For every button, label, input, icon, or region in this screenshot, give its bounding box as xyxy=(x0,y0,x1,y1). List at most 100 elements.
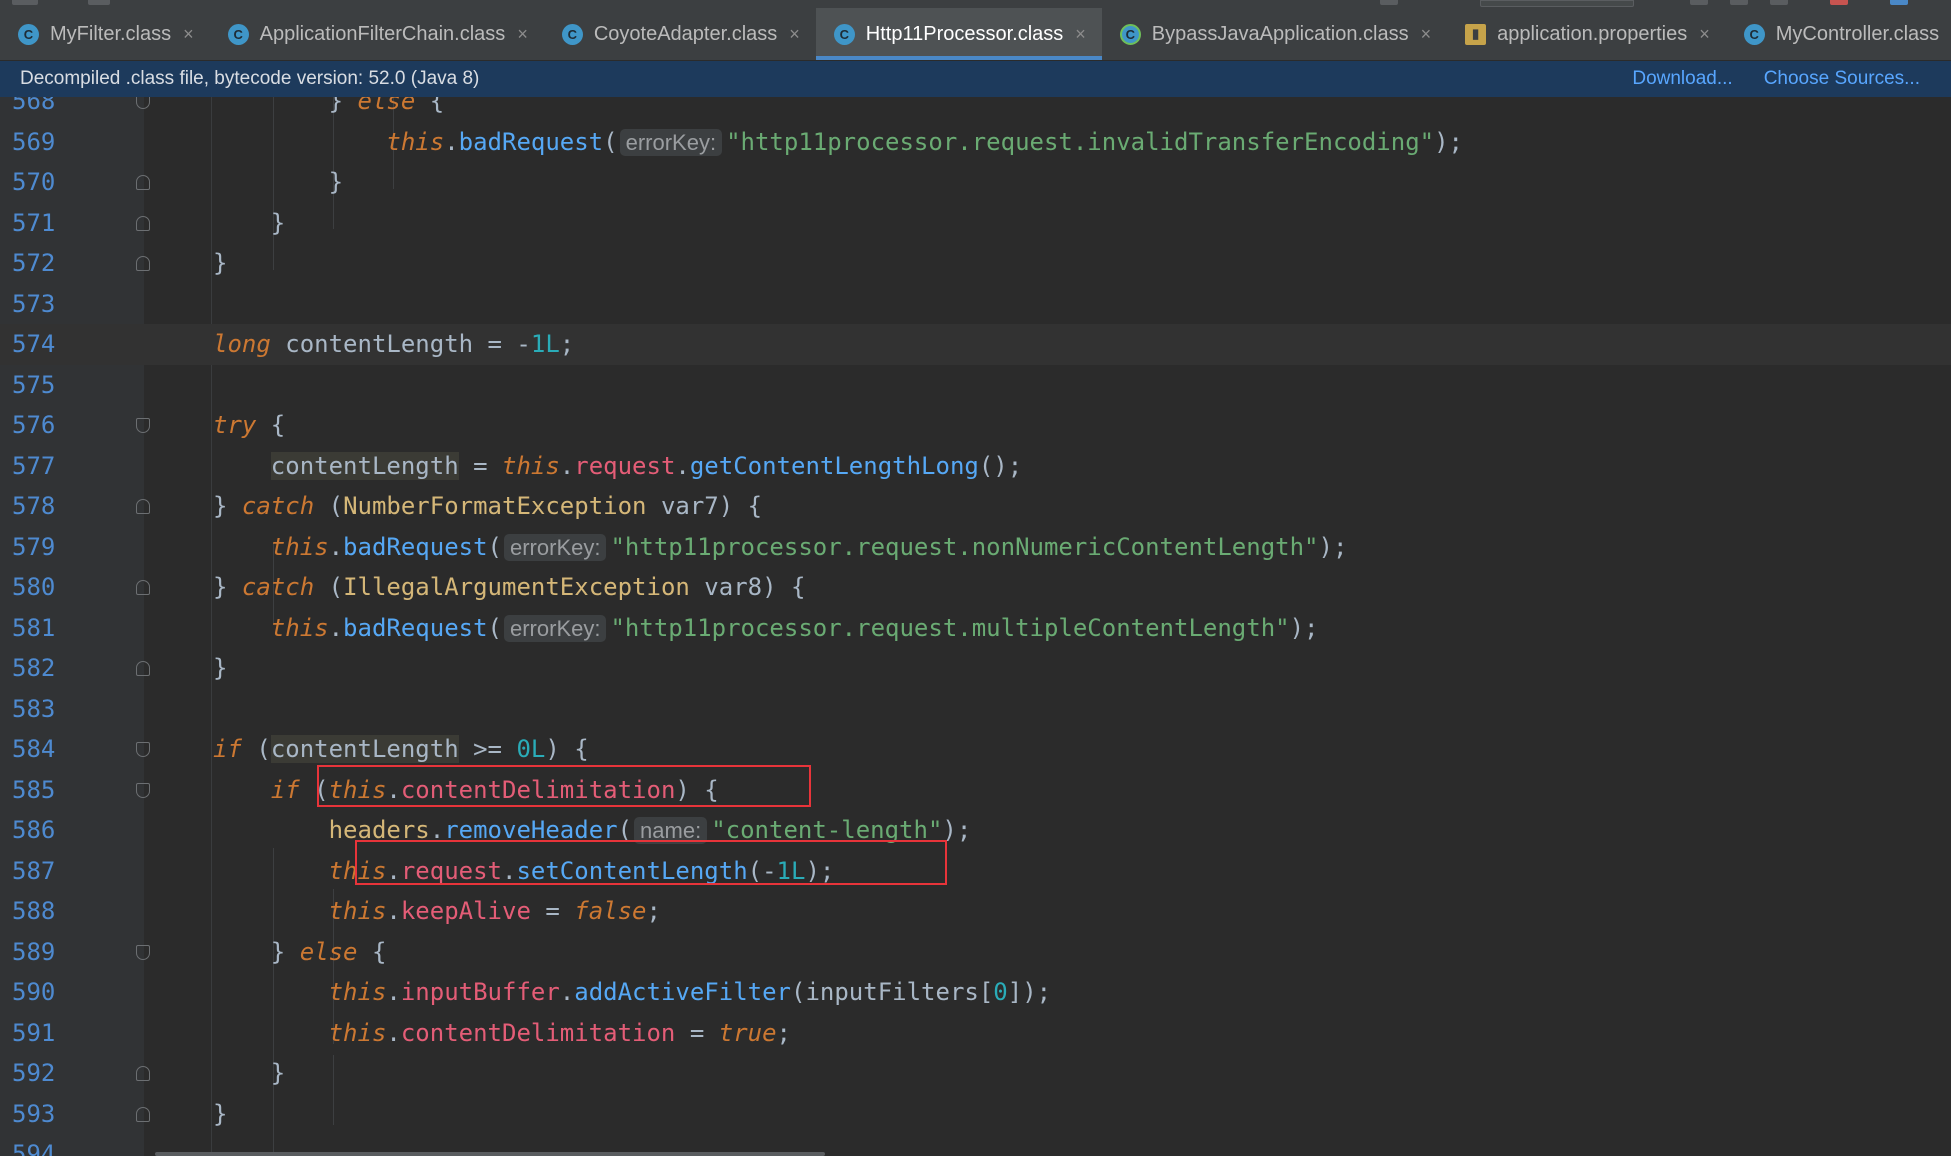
fold-marker-icon[interactable] xyxy=(136,175,150,190)
line-number: 585 xyxy=(12,775,56,804)
line-number: 590 xyxy=(12,978,56,1006)
line-number: 575 xyxy=(12,370,56,399)
line-number: 569 xyxy=(12,127,56,156)
line-number: 581 xyxy=(12,613,56,642)
tab-application-properties[interactable]: ▮ application.properties × xyxy=(1447,8,1726,60)
code-line: 569 this.badRequest(errorKey: "http11proc… xyxy=(0,122,1951,163)
tab-coyoteadapter[interactable]: C CoyoteAdapter.class × xyxy=(544,8,816,60)
class-file-icon: C xyxy=(18,23,39,45)
close-icon[interactable]: × xyxy=(183,24,194,45)
code-line: 581 this.badRequest(errorKey: "http11proc… xyxy=(0,608,1951,649)
code-line: 572 } xyxy=(0,243,1951,284)
string-literal: "content-length" xyxy=(711,816,943,844)
tab-label: Http11Processor.class xyxy=(865,22,1064,45)
inlay-hint: errorKey: xyxy=(504,533,607,561)
code-line: 573 xyxy=(0,284,1951,325)
fold-marker-icon[interactable] xyxy=(136,256,150,271)
code-line: 585 if (this.contentDelimitation) { xyxy=(0,770,1951,811)
fold-marker-icon[interactable] xyxy=(136,1106,150,1122)
line-number: 577 xyxy=(12,451,56,480)
line-number: 583 xyxy=(12,694,56,723)
horizontal-scrollbar[interactable] xyxy=(155,1152,825,1156)
code-line: 570 } xyxy=(0,162,1951,203)
class-file-icon: C xyxy=(1743,23,1765,45)
tab-applicationfilterchain[interactable]: C ApplicationFilterChain.class × xyxy=(210,8,544,60)
fold-marker-icon[interactable] xyxy=(136,742,150,757)
stop-icon[interactable] xyxy=(1830,0,1848,5)
fold-marker-icon[interactable] xyxy=(136,580,150,595)
code-line: 568 } else { xyxy=(0,97,1951,122)
line-number: 572 xyxy=(12,249,56,277)
decompiled-notice-text: Decompiled .class file, bytecode version… xyxy=(20,68,480,89)
fold-marker-icon[interactable] xyxy=(136,499,150,514)
tab-myfilter[interactable]: C MyFilter.class × xyxy=(0,8,210,60)
run-config-dropdown[interactable] xyxy=(1480,0,1634,7)
choose-sources-link[interactable]: Choose Sources... xyxy=(1764,68,1920,90)
toolbar-icon[interactable] xyxy=(1730,0,1748,5)
line-number: 578 xyxy=(12,492,56,520)
string-literal: "http11processor.request.invalidTransfer… xyxy=(726,127,1435,156)
download-sources-link[interactable]: Download... xyxy=(1632,68,1732,90)
line-number: 580 xyxy=(12,573,56,601)
close-icon[interactable]: × xyxy=(517,24,528,45)
string-literal: "http11processor.request.multipleContent… xyxy=(610,613,1290,642)
code-line: 586 headers.removeHeader(name: "content-l… xyxy=(0,810,1951,851)
decompiled-notice-banner: Decompiled .class file, bytecode version… xyxy=(0,61,1951,97)
close-icon[interactable]: × xyxy=(1421,24,1432,45)
line-number: 592 xyxy=(12,1059,56,1087)
class-file-icon: C xyxy=(561,23,583,45)
menu-fragment xyxy=(12,0,38,5)
fold-marker-icon[interactable] xyxy=(136,944,150,960)
fold-marker-icon[interactable] xyxy=(136,418,150,433)
line-number: 584 xyxy=(12,735,56,763)
tab-label: BypassJavaApplication.class xyxy=(1151,22,1409,45)
code-line: 579 this.badRequest(errorKey: "http11proc… xyxy=(0,527,1951,568)
line-number: 579 xyxy=(12,532,56,561)
tab-label: MyController.class xyxy=(1775,22,1940,45)
code-editor[interactable]: 568 } else { 569 this.badRequest(errorKe… xyxy=(0,97,1951,1156)
code-line: 577 contentLength = this.request.getCont… xyxy=(0,446,1951,487)
fold-marker-icon[interactable] xyxy=(136,97,150,109)
line-number: 574 xyxy=(12,330,56,358)
line-number: 588 xyxy=(12,897,56,925)
code-line: 592 } xyxy=(0,1053,1951,1094)
close-icon[interactable]: × xyxy=(1699,24,1710,45)
class-file-icon: C xyxy=(833,23,855,45)
line-number: 570 xyxy=(12,168,56,196)
code-line: 583 xyxy=(0,689,1951,730)
properties-file-icon: ▮ xyxy=(1465,23,1487,45)
inlay-hint: errorKey: xyxy=(504,614,607,642)
fold-marker-icon[interactable] xyxy=(136,215,150,231)
fold-marker-icon[interactable] xyxy=(136,1066,150,1081)
code-line: 593 } xyxy=(0,1094,1951,1135)
code-line: 588 this.keepAlive = false; xyxy=(0,891,1951,932)
string-literal: "http11processor.request.nonNumericConte… xyxy=(610,532,1319,561)
tab-bypassjavaapplication[interactable]: C BypassJavaApplication.class × xyxy=(1102,8,1447,60)
line-number: 594 xyxy=(12,1140,56,1156)
inlay-hint: errorKey: xyxy=(619,128,723,156)
tab-label: application.properties xyxy=(1497,22,1688,45)
code-line: 582 } xyxy=(0,648,1951,689)
line-number: 593 xyxy=(12,1099,56,1128)
toolbar-icon[interactable] xyxy=(1690,0,1708,5)
code-line: 575 xyxy=(0,365,1951,406)
tab-label: CoyoteAdapter.class xyxy=(593,22,778,45)
tab-label: MyFilter.class xyxy=(50,22,172,45)
line-number: 587 xyxy=(12,856,56,885)
line-number: 571 xyxy=(12,208,56,237)
toolbar-icon[interactable] xyxy=(1770,0,1788,5)
toolbar-icon[interactable] xyxy=(1890,0,1908,5)
line-number: 573 xyxy=(12,289,56,318)
tab-http11processor[interactable]: C Http11Processor.class × xyxy=(815,8,1102,60)
class-file-icon: C xyxy=(227,23,249,45)
fold-marker-icon[interactable] xyxy=(136,661,150,676)
close-icon[interactable]: × xyxy=(1075,24,1086,45)
close-icon[interactable]: × xyxy=(789,24,800,45)
line-number: 591 xyxy=(12,1018,56,1047)
line-number: 589 xyxy=(12,937,56,966)
toolbar-icon[interactable] xyxy=(1380,0,1398,5)
fold-marker-icon[interactable] xyxy=(136,782,150,798)
code-line: 580 } catch (IllegalArgumentException va… xyxy=(0,567,1951,608)
tab-mycontroller[interactable]: C MyController.class × xyxy=(1726,8,1951,60)
caret-line: 574 long contentLength = -1L; xyxy=(0,324,1951,365)
